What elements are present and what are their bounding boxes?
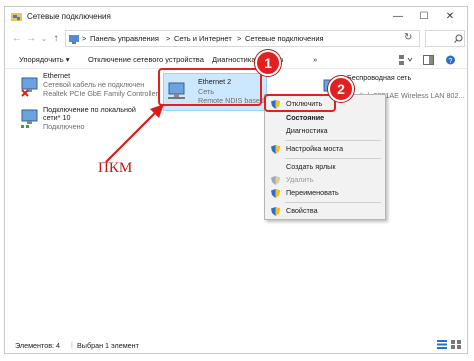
menu-item-status[interactable]: Состояние <box>265 112 385 125</box>
window-title: Сетевые подключения <box>27 12 111 21</box>
address-bar: ← → ⌄ ↑ > Панель управления > Сеть и Инт… <box>5 29 467 49</box>
refresh-icon[interactable]: ↻ <box>404 32 412 43</box>
breadcrumb-separator: > <box>237 34 242 43</box>
menu-item-label: Свойства <box>286 206 318 215</box>
title-bar: Сетевые подключения — ☐ ✕ <box>5 7 467 27</box>
organize-button[interactable]: Упорядочить ▾ <box>19 55 69 64</box>
menu-item-label: Создать ярлык <box>286 162 336 171</box>
menu-item-diagnostics[interactable]: Диагностика <box>265 125 385 138</box>
breadcrumb-separator: > <box>166 34 171 43</box>
breadcrumb[interactable]: > Панель управления > Сеть и Интернет > … <box>65 30 420 47</box>
details-view-icon[interactable] <box>437 340 447 349</box>
shield-icon <box>271 145 280 154</box>
menu-item-properties[interactable]: Свойства <box>265 205 385 218</box>
view-options-icon[interactable] <box>399 55 413 65</box>
search-icon <box>454 34 463 43</box>
menu-item-create-shortcut[interactable]: Создать ярлык <box>265 161 385 174</box>
svg-text:?: ? <box>449 58 453 65</box>
tiles-view-icon[interactable] <box>451 340 461 349</box>
breadcrumb-network-internet[interactable]: Сеть и Интернет <box>174 34 232 43</box>
context-menu: Отключить Состояние Диагностика Настройк… <box>264 94 386 220</box>
network-connections-window: Сетевые подключения — ☐ ✕ ← → ⌄ ↑ > Пане… <box>4 6 468 354</box>
shield-icon <box>271 189 280 198</box>
recent-dropdown-icon[interactable]: ⌄ <box>38 32 50 46</box>
element-count: Элементов: 4 <box>15 341 61 350</box>
network-folder-icon <box>11 13 22 21</box>
step-badge-1: 1 <box>255 50 281 76</box>
connection-name: Беспроводная сеть <box>347 73 412 82</box>
up-arrow-icon[interactable]: ↑ <box>50 32 62 46</box>
step-badge-2: 2 <box>328 76 354 102</box>
control-panel-icon <box>69 35 79 44</box>
menu-item-label: Переименовать <box>286 188 339 197</box>
more-commands-button[interactable]: » <box>313 55 317 64</box>
close-button[interactable]: ✕ <box>437 9 463 25</box>
disable-device-button[interactable]: Отключение сетевого устройства <box>88 55 204 64</box>
menu-separator <box>285 202 381 203</box>
shield-icon <box>271 207 280 216</box>
breadcrumb-control-panel[interactable]: Панель управления <box>90 34 159 43</box>
selected-count: Выбран 1 элемент <box>77 341 139 350</box>
back-arrow-icon[interactable]: ← <box>11 32 23 46</box>
help-icon[interactable]: ? <box>445 55 456 65</box>
network-connected-icon <box>21 109 38 128</box>
network-disconnected-icon <box>21 77 38 97</box>
status-bar: Элементов: 4 | Выбран 1 элемент <box>5 337 467 353</box>
menu-item-label: Диагностика <box>286 126 328 135</box>
maximize-button[interactable]: ☐ <box>411 9 437 25</box>
status-divider: | <box>71 340 73 349</box>
menu-item-label: Настройка моста <box>286 144 344 153</box>
shield-icon <box>271 176 280 185</box>
breadcrumb-network-connections[interactable]: Сетевые подключения <box>245 34 324 43</box>
connection-status: Подключено <box>43 122 85 131</box>
menu-item-delete: Удалить <box>265 174 385 187</box>
highlight-box-disable <box>264 94 336 112</box>
highlight-box-ethernet-2 <box>158 68 262 106</box>
menu-separator <box>285 158 381 159</box>
menu-item-label: Состояние <box>286 113 325 122</box>
menu-item-bridge[interactable]: Настройка моста <box>265 143 385 156</box>
command-toolbar: Упорядочить ▾ Отключение сетевого устрой… <box>5 51 467 69</box>
search-input[interactable] <box>425 30 465 47</box>
connection-device: Realtek PCIe GbE Family Controller <box>43 89 159 98</box>
right-click-label: ПКМ <box>98 160 133 176</box>
menu-item-rename[interactable]: Переименовать <box>265 187 385 200</box>
menu-item-label: Удалить <box>286 175 314 184</box>
preview-pane-icon[interactable] <box>423 55 434 65</box>
breadcrumb-separator: > <box>82 34 87 43</box>
forward-arrow-icon[interactable]: → <box>25 32 37 46</box>
minimize-button[interactable]: — <box>385 9 411 25</box>
menu-separator <box>285 140 381 141</box>
